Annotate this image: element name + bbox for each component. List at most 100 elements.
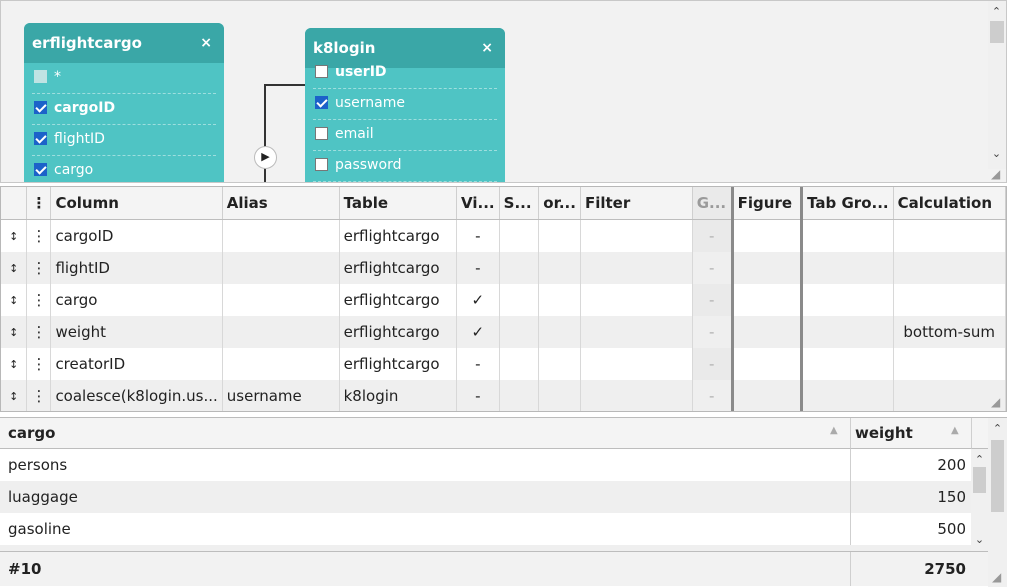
grid-row[interactable]: ↕ ⋮ weight erflightcargo ✓ - bottom-sum [1, 316, 1006, 348]
cell-table[interactable]: erflightcargo [339, 348, 458, 380]
cell-order[interactable] [538, 219, 581, 252]
row-menu[interactable]: ⋮ [26, 380, 52, 411]
cell-table[interactable]: erflightcargo [339, 219, 458, 252]
row-drag-handle[interactable]: ↕ [1, 219, 28, 252]
cell-table[interactable]: erflightcargo [339, 252, 458, 284]
cell-sort[interactable] [499, 252, 540, 284]
cell-sort[interactable] [499, 316, 540, 348]
results-header-cargo[interactable]: cargo ▲ [0, 418, 851, 449]
cell-visible[interactable]: - [456, 219, 500, 252]
field-checkbox[interactable] [34, 70, 47, 83]
cell-group[interactable]: - [692, 252, 734, 284]
close-icon[interactable]: × [481, 40, 493, 56]
result-row[interactable]: gasoline 500 [0, 513, 971, 545]
query-grid[interactable]: ⋮ Column Alias Table Vi... S... or... Fi… [0, 186, 1007, 412]
grid-header-column[interactable]: Column [50, 187, 223, 220]
outer-results-scrollbar[interactable]: ⌃ [988, 418, 1007, 587]
cell-group[interactable]: - [692, 284, 734, 316]
field-checkbox[interactable] [315, 65, 328, 78]
field-checkbox[interactable] [315, 127, 328, 140]
cell-figure[interactable] [732, 348, 804, 380]
cell-alias[interactable] [222, 219, 340, 252]
cell-calculation[interactable] [893, 348, 1006, 380]
cell-group[interactable]: - [692, 348, 734, 380]
grid-header-menu[interactable]: ⋮ [26, 187, 52, 220]
table-field-row[interactable]: * [32, 63, 216, 94]
cell-order[interactable] [538, 284, 581, 316]
row-menu[interactable]: ⋮ [26, 252, 52, 284]
grid-row[interactable]: ↕ ⋮ cargo erflightcargo ✓ - [1, 284, 1006, 316]
cell-tab-group[interactable] [801, 316, 894, 348]
row-drag-handle[interactable]: ↕ [1, 380, 28, 411]
cell-order[interactable] [538, 316, 581, 348]
row-menu[interactable]: ⋮ [26, 219, 52, 252]
scroll-up-icon[interactable]: ⌃ [971, 453, 988, 467]
cell-tab-group[interactable] [801, 219, 894, 252]
row-drag-handle[interactable]: ↕ [1, 252, 28, 284]
cell-alias[interactable] [222, 252, 340, 284]
grid-header-order[interactable]: or... [538, 187, 581, 220]
row-menu[interactable]: ⋮ [26, 316, 52, 348]
result-row[interactable]: persons 200 [0, 449, 971, 481]
grid-row[interactable]: ↕ ⋮ flightID erflightcargo - - [1, 252, 1006, 284]
cell-alias[interactable]: username [222, 380, 340, 411]
cell-tab-group[interactable] [801, 380, 894, 411]
cell-table[interactable]: k8login [339, 380, 458, 411]
cell-calculation[interactable]: bottom-sum [893, 316, 1006, 348]
cell-column[interactable]: coalesce(k8login.us... [50, 380, 223, 411]
table-card-erflightcargo[interactable]: erflightcargo × * cargoID flightID cargo [24, 23, 224, 182]
cell-filter[interactable] [580, 380, 693, 411]
cell-sort[interactable] [499, 348, 540, 380]
cell-figure[interactable] [732, 219, 804, 252]
cell-filter[interactable] [580, 252, 693, 284]
grid-row[interactable]: ↕ ⋮ cargoID erflightcargo - - [1, 219, 1006, 252]
cell-visible[interactable]: - [456, 348, 500, 380]
cell-figure[interactable] [732, 316, 804, 348]
row-drag-handle[interactable]: ↕ [1, 316, 28, 348]
cell-tab-group[interactable] [801, 348, 894, 380]
table-field-row[interactable]: userID [313, 58, 497, 89]
cell-calculation[interactable] [893, 380, 1006, 411]
sort-asc-icon[interactable]: ▲ [951, 425, 959, 436]
cell-filter[interactable] [580, 316, 693, 348]
cell-figure[interactable] [732, 284, 804, 316]
grid-header-figure[interactable]: Figure [732, 187, 804, 220]
resize-grip-icon[interactable]: ◢ [991, 167, 1000, 181]
cell-column[interactable]: cargo [50, 284, 223, 316]
grid-header-filter[interactable]: Filter [580, 187, 693, 220]
grid-header-visible[interactable]: Vi... [456, 187, 500, 220]
scroll-thumb[interactable] [973, 467, 986, 493]
cell-alias[interactable] [222, 348, 340, 380]
cell-order[interactable] [538, 380, 581, 411]
table-card-header[interactable]: erflightcargo × [24, 23, 224, 63]
table-field-row[interactable]: password [313, 151, 497, 182]
field-checkbox[interactable] [315, 158, 328, 171]
scroll-up-icon[interactable]: ⌃ [988, 5, 1005, 19]
grid-header-tab-group[interactable]: Tab Gro... [801, 187, 894, 220]
cell-order[interactable] [538, 348, 581, 380]
row-drag-handle[interactable]: ↕ [1, 284, 28, 316]
grid-row[interactable]: ↕ ⋮ creatorID erflightcargo - - [1, 348, 1006, 380]
cell-visible[interactable]: ✓ [456, 316, 500, 348]
cell-sort[interactable] [499, 219, 540, 252]
scroll-up-icon[interactable]: ⌃ [989, 422, 1006, 436]
table-card-k8login[interactable]: k8login × userID username email password [305, 28, 505, 182]
grid-header-calculation[interactable]: Calculation [893, 187, 1006, 220]
sort-asc-icon[interactable]: ▲ [830, 425, 838, 436]
cell-sort[interactable] [499, 284, 540, 316]
cell-tab-group[interactable] [801, 252, 894, 284]
cell-table[interactable]: erflightcargo [339, 284, 458, 316]
cell-group[interactable]: - [692, 316, 734, 348]
diagram-scrollbar[interactable]: ⌃ ⌄ [988, 1, 1006, 169]
cell-order[interactable] [538, 252, 581, 284]
grid-header-alias[interactable]: Alias [222, 187, 340, 220]
results-header-weight[interactable]: weight ▲ [851, 418, 972, 449]
cell-visible[interactable]: ✓ [456, 284, 500, 316]
cell-group[interactable]: - [692, 219, 734, 252]
grid-header-sort[interactable]: S... [499, 187, 540, 220]
cell-filter[interactable] [580, 219, 693, 252]
scroll-thumb[interactable] [991, 440, 1004, 512]
grid-header-group[interactable]: G... [692, 187, 734, 220]
results-scrollbar[interactable]: ⌃ ⌄ [971, 449, 988, 551]
cell-calculation[interactable] [893, 252, 1006, 284]
